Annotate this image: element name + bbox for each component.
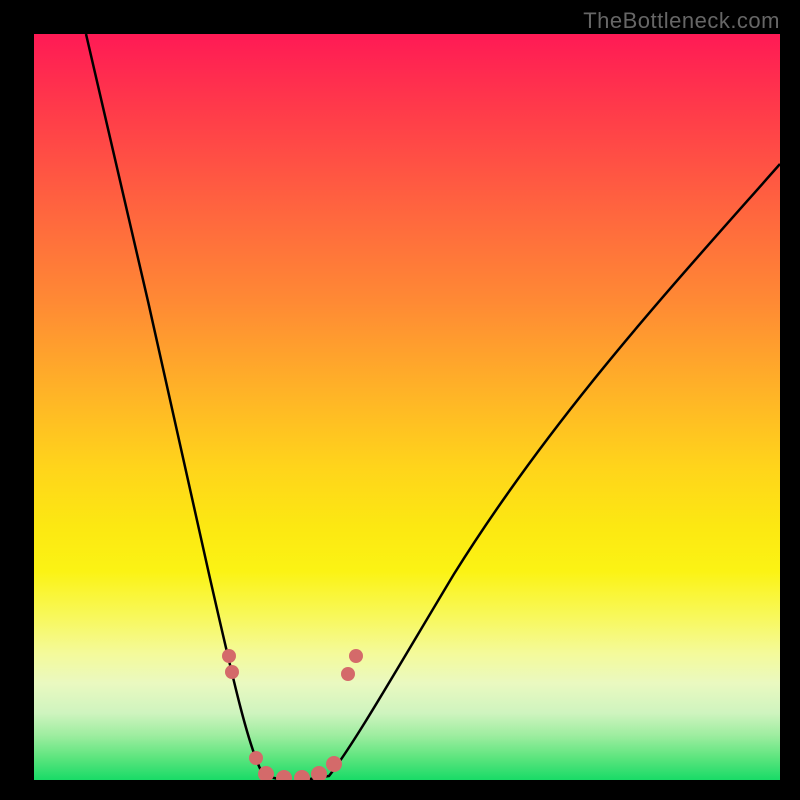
right-curve xyxy=(304,164,780,780)
curve-overlay xyxy=(34,34,780,780)
marker-dot xyxy=(326,756,342,772)
marker-dot xyxy=(276,770,292,780)
marker-dot xyxy=(294,770,310,780)
marker-dot xyxy=(249,751,263,765)
marker-dot xyxy=(225,665,239,679)
left-curve xyxy=(86,34,284,780)
chart-container: TheBottleneck.com xyxy=(0,0,800,800)
marker-dot xyxy=(311,766,327,780)
marker-dot xyxy=(341,667,355,681)
marker-dot xyxy=(222,649,236,663)
watermark-text: TheBottleneck.com xyxy=(583,8,780,34)
marker-dot xyxy=(349,649,363,663)
plot-area xyxy=(34,34,780,780)
